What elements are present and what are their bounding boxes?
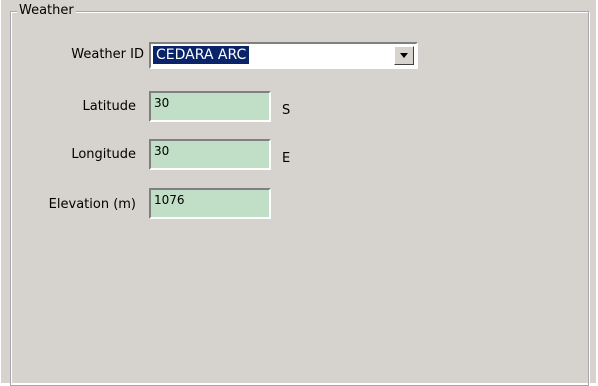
weather-id-selected-value: CEDARA ARC <box>153 46 250 64</box>
groupbox-title: Weather <box>17 3 76 19</box>
longitude-field[interactable]: 30 <box>149 139 271 170</box>
panel-left-edge <box>0 0 1 383</box>
longitude-label: Longitude <box>71 147 136 162</box>
longitude-unit: E <box>282 151 291 166</box>
weather-panel: Weather Weather ID CEDARA ARC Latitude 3… <box>0 0 598 386</box>
latitude-label: Latitude <box>82 99 136 114</box>
elevation-field[interactable]: 1076 <box>149 188 271 219</box>
weather-id-select[interactable]: CEDARA ARC <box>149 42 418 69</box>
latitude-field[interactable]: 30 <box>149 91 271 122</box>
elevation-label: Elevation (m) <box>48 197 136 212</box>
latitude-unit: S <box>282 103 291 118</box>
weather-id-label: Weather ID <box>71 47 144 62</box>
weather-id-dropdown-button[interactable] <box>394 46 414 65</box>
chevron-down-icon <box>400 53 408 58</box>
